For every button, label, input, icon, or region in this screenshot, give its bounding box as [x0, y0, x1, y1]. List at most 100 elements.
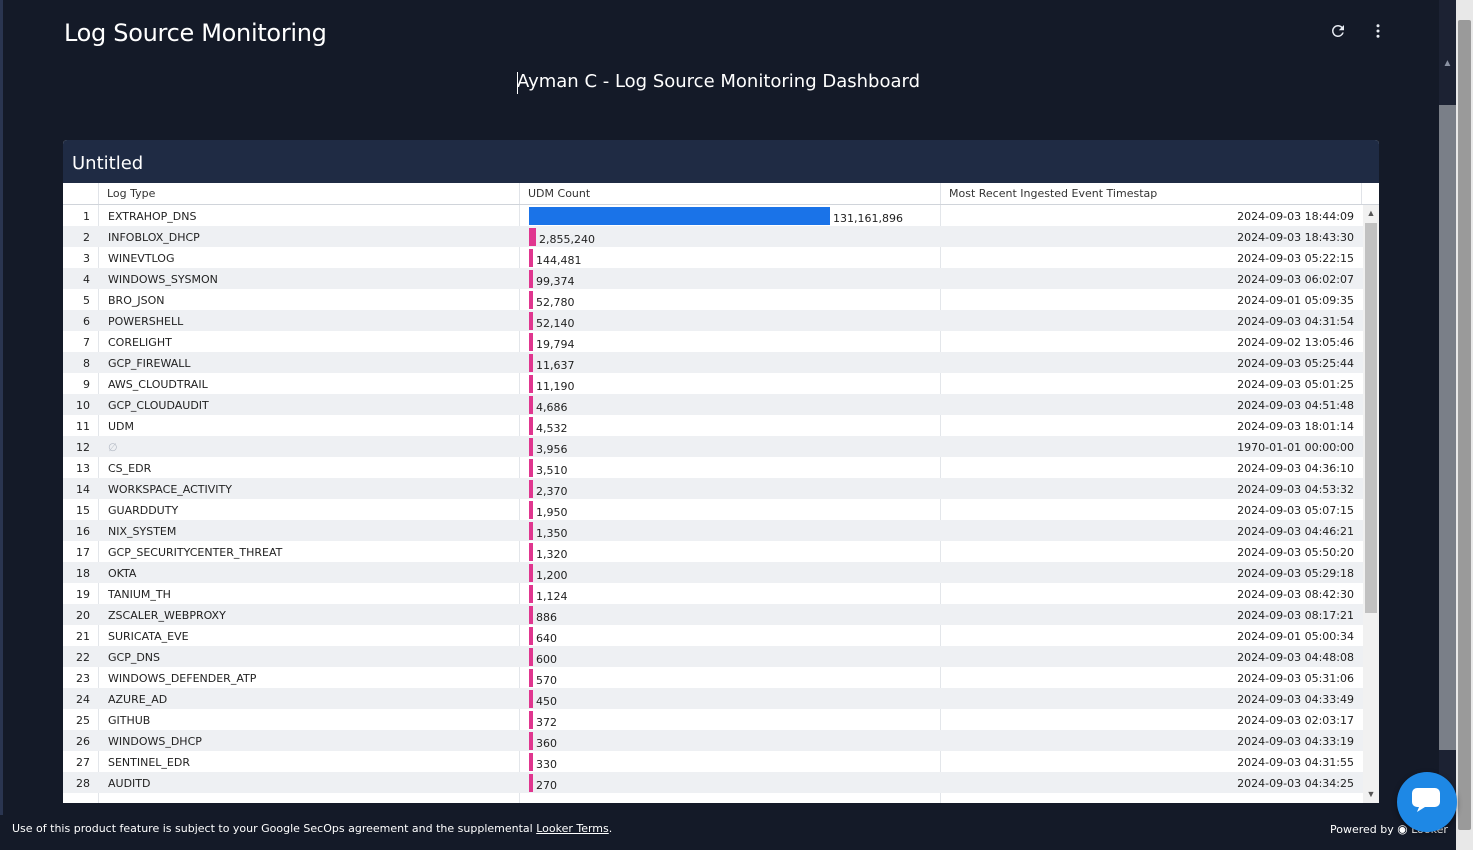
dashboard-title[interactable]: Ayman C - Log Source Monitoring Dashboar… [517, 71, 920, 92]
timestamp-cell: 2024-09-03 04:33:49 [1237, 693, 1354, 706]
table-row[interactable]: 28 AUDITD 270 2024-09-03 04:34:25 [63, 772, 1363, 793]
udm-count-value: 3,956 [536, 443, 568, 456]
row-number: 11 [76, 420, 90, 433]
column-header-timestamp[interactable]: Most Recent Ingested Event Timestap [949, 187, 1157, 200]
table-row[interactable]: 2 INFOBLOX_DHCP 2,855,240 2024-09-03 18:43:… [63, 226, 1363, 247]
udm-count-value: 886 [536, 611, 557, 624]
log-type-cell[interactable]: INFOBLOX_DHCP [108, 231, 200, 244]
udm-count-value: 450 [536, 695, 557, 708]
table-row[interactable]: 8 GCP_FIREWALL 11,637 2024-09-03 05:25:44 [63, 352, 1363, 373]
timestamp-cell: 2024-09-03 04:48:08 [1237, 651, 1354, 664]
row-number: 16 [76, 525, 90, 538]
table-row[interactable]: 4 WINDOWS_SYSMON 99,374 2024-09-03 06:02:07 [63, 268, 1363, 289]
dashboard-scrollbar-thumb[interactable] [1439, 105, 1456, 750]
column-header-log-type[interactable]: Log Type [107, 187, 155, 200]
tile-title: Untitled [63, 140, 1379, 183]
dashboard-scroll-up-icon[interactable]: ▲ [1439, 58, 1456, 74]
table-row[interactable]: 6 POWERSHELL 52,140 2024-09-03 04:31:54 [63, 310, 1363, 331]
table-header: Log Type UDM Count Most Recent Ingested … [63, 183, 1379, 205]
log-type-cell[interactable]: GITHUB [108, 714, 150, 727]
log-type-cell[interactable]: NIX_SYSTEM [108, 525, 176, 538]
table-row[interactable]: 17 GCP_SECURITYCENTER_THREAT 1,320 2024-09-… [63, 541, 1363, 562]
table-row[interactable]: 11 UDM 4,532 2024-09-03 18:01:14 [63, 415, 1363, 436]
log-type-cell[interactable]: CS_EDR [108, 462, 151, 475]
log-type-cell[interactable]: AZURE_AD [108, 693, 167, 706]
udm-count-bar [529, 753, 533, 771]
column-header-udm-count[interactable]: UDM Count [528, 187, 590, 200]
udm-count-bar [529, 648, 533, 666]
udm-count-bar [529, 480, 533, 498]
table-row[interactable]: 7 CORELIGHT 19,794 2024-09-02 13:05:46 [63, 331, 1363, 352]
udm-count-value: 600 [536, 653, 557, 666]
table-row[interactable]: 5 BRO_JSON 52,780 2024-09-01 05:09:35 [63, 289, 1363, 310]
log-type-cell[interactable]: GCP_CLOUDAUDIT [108, 399, 209, 412]
table-row[interactable]: 16 NIX_SYSTEM 1,350 2024-09-03 04:46:21 [63, 520, 1363, 541]
table-row[interactable]: 18 OKTA 1,200 2024-09-03 05:29:18 [63, 562, 1363, 583]
log-type-cell[interactable]: AUDITD [108, 777, 150, 790]
row-number: 14 [76, 483, 90, 496]
log-type-cell[interactable]: WINDOWS_DHCP [108, 735, 202, 748]
scroll-up-icon[interactable]: ▲ [1363, 205, 1379, 221]
log-type-cell[interactable]: AWS_CLOUDTRAIL [108, 378, 208, 391]
row-number: 3 [83, 252, 90, 265]
log-type-cell[interactable]: EXTRAHOP_DNS [108, 210, 196, 223]
table-row[interactable]: 20 ZSCALER_WEBPROXY 886 2024-09-03 08:17:21 [63, 604, 1363, 625]
table-row[interactable]: 15 GUARDDUTY 1,950 2024-09-03 05:07:15 [63, 499, 1363, 520]
udm-count-bar [529, 627, 533, 645]
log-type-cell[interactable]: GCP_SECURITYCENTER_THREAT [108, 546, 282, 559]
more-vert-icon[interactable] [1367, 22, 1389, 44]
log-type-cell[interactable]: GCP_FIREWALL [108, 357, 191, 370]
udm-count-value: 4,532 [536, 422, 568, 435]
log-type-cell[interactable]: BRO_JSON [108, 294, 164, 307]
table-row[interactable]: 14 WORKSPACE_ACTIVITY 2,370 2024-09-03 04:5… [63, 478, 1363, 499]
scroll-down-icon[interactable]: ▼ [1363, 786, 1379, 802]
udm-count-bar [529, 228, 536, 246]
table-row[interactable]: 10 GCP_CLOUDAUDIT 4,686 2024-09-03 04:51:48 [63, 394, 1363, 415]
table-row[interactable]: 21 SURICATA_EVE 640 2024-09-01 05:00:34 [63, 625, 1363, 646]
log-type-cell[interactable]: WINDOWS_SYSMON [108, 273, 218, 286]
log-type-cell[interactable]: TANIUM_TH [108, 588, 171, 601]
row-number: 17 [76, 546, 90, 559]
table-row[interactable]: 3 WINEVTLOG 144,481 2024-09-03 05:22:15 [63, 247, 1363, 268]
table-scrollbar-thumb[interactable] [1365, 223, 1377, 613]
row-number: 22 [76, 651, 90, 664]
timestamp-cell: 1970-01-01 00:00:00 [1237, 441, 1354, 454]
table-row[interactable]: 24 AZURE_AD 450 2024-09-03 04:33:49 [63, 688, 1363, 709]
udm-count-value: 570 [536, 674, 557, 687]
refresh-icon[interactable] [1327, 22, 1349, 44]
log-type-cell[interactable]: SURICATA_EVE [108, 630, 189, 643]
table-row[interactable]: 23 WINDOWS_DEFENDER_ATP 570 2024-09-03 05:3… [63, 667, 1363, 688]
log-type-cell[interactable]: OKTA [108, 567, 136, 580]
log-type-cell[interactable]: ZSCALER_WEBPROXY [108, 609, 226, 622]
table-row[interactable]: 1 EXTRAHOP_DNS 131,161,896 2024-09-03 18:44… [63, 205, 1363, 226]
row-number: 20 [76, 609, 90, 622]
udm-count-bar [529, 522, 533, 540]
log-type-cell[interactable]: WINEVTLOG [108, 252, 174, 265]
table-row[interactable]: 25 GITHUB 372 2024-09-03 02:03:17 [63, 709, 1363, 730]
log-type-cell[interactable]: SENTINEL_EDR [108, 756, 190, 769]
udm-count-bar [529, 543, 533, 561]
table-row[interactable]: 13 CS_EDR 3,510 2024-09-03 04:36:10 [63, 457, 1363, 478]
log-type-cell[interactable]: GUARDDUTY [108, 504, 178, 517]
log-type-cell[interactable]: ∅ [108, 441, 118, 454]
log-type-cell[interactable]: WORKSPACE_ACTIVITY [108, 483, 232, 496]
log-type-cell[interactable]: WINDOWS_DEFENDER_ATP [108, 672, 256, 685]
table-row[interactable]: 26 WINDOWS_DHCP 360 2024-09-03 04:33:19 [63, 730, 1363, 751]
table-row[interactable]: 9 AWS_CLOUDTRAIL 11,190 2024-09-03 05:01:25 [63, 373, 1363, 394]
window-scrollbar-thumb[interactable] [1458, 20, 1471, 830]
udm-count-value: 1,200 [536, 569, 568, 582]
log-type-cell[interactable]: CORELIGHT [108, 336, 172, 349]
udm-count-bar [529, 732, 533, 750]
table-row[interactable]: 12 ∅ 3,956 1970-01-01 00:00:00 [63, 436, 1363, 457]
udm-count-bar [529, 396, 533, 414]
table-row[interactable]: 19 TANIUM_TH 1,124 2024-09-03 08:42:30 [63, 583, 1363, 604]
timestamp-cell: 2024-09-03 04:33:19 [1237, 735, 1354, 748]
log-type-cell[interactable]: POWERSHELL [108, 315, 183, 328]
looker-terms-link[interactable]: Looker Terms [536, 822, 609, 835]
row-number: 9 [83, 378, 90, 391]
log-type-cell[interactable]: GCP_DNS [108, 651, 160, 664]
table-row[interactable]: 22 GCP_DNS 600 2024-09-03 04:48:08 [63, 646, 1363, 667]
log-type-cell[interactable]: UDM [108, 420, 134, 433]
table-row[interactable]: 27 SENTINEL_EDR 330 2024-09-03 04:31:55 [63, 751, 1363, 772]
timestamp-cell: 2024-09-03 04:31:54 [1237, 315, 1354, 328]
